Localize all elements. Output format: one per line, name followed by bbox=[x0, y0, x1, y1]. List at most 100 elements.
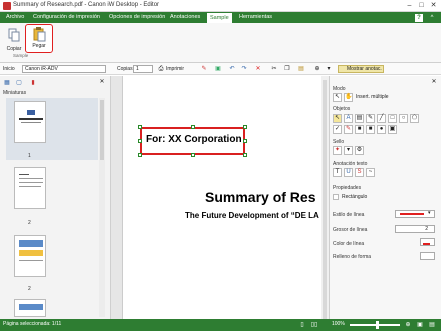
maximize-button[interactable]: □ bbox=[416, 1, 427, 11]
zoom-in-icon[interactable]: ⊕ bbox=[404, 321, 412, 329]
tab-herramientas[interactable]: Herramientas bbox=[236, 12, 275, 23]
page-number: 1 bbox=[28, 153, 31, 159]
text-tool-icon[interactable]: A bbox=[344, 114, 353, 123]
paste-toolbar-icon[interactable]: ▤ bbox=[297, 65, 305, 73]
resize-handle[interactable] bbox=[191, 153, 195, 157]
underline-tool-icon[interactable]: U bbox=[344, 168, 353, 177]
select-tool-icon[interactable]: ↖ bbox=[333, 93, 342, 102]
textbox-tool-icon[interactable]: ▤ bbox=[355, 114, 364, 123]
fit-width-icon[interactable]: ▤ bbox=[428, 321, 436, 329]
minimize-button[interactable]: – bbox=[404, 1, 415, 11]
ellipse-tool-icon[interactable]: ○ bbox=[399, 114, 408, 123]
hand-tool-icon[interactable]: ✋ bbox=[344, 93, 353, 102]
properties-section-label: Propiedades bbox=[333, 185, 362, 191]
paste-button[interactable]: Pegar bbox=[25, 24, 53, 53]
window-title: Summary of Research.pdf - Canon iW Deskt… bbox=[13, 2, 160, 8]
cut-icon[interactable]: ✂ bbox=[270, 65, 278, 73]
redo-icon[interactable]: ↷ bbox=[240, 65, 248, 73]
rectangle-tool-icon[interactable]: □ bbox=[388, 114, 397, 123]
fit-page-icon[interactable]: ▣ bbox=[416, 321, 424, 329]
printer-icon[interactable]: ⎙ bbox=[157, 65, 165, 73]
line-tool-icon[interactable]: ╱ bbox=[377, 114, 386, 123]
resize-handle[interactable] bbox=[243, 153, 247, 157]
resize-handle[interactable] bbox=[138, 125, 142, 129]
tab-sample[interactable]: Sample bbox=[206, 12, 233, 23]
resize-handle[interactable] bbox=[191, 125, 195, 129]
stamp-tool-icon[interactable]: ✦ bbox=[333, 146, 342, 155]
zoom-level: 100% bbox=[332, 321, 345, 327]
mode-section-label: Modo bbox=[333, 86, 346, 92]
line-style-label: Estilo de línea bbox=[333, 212, 365, 218]
line-style-select[interactable]: ▾ bbox=[395, 210, 435, 218]
ribbon: Copiar bbox=[0, 23, 441, 63]
close-pane-icon[interactable]: ✕ bbox=[98, 78, 106, 86]
printer-select[interactable]: Canon iR-ADV bbox=[22, 65, 106, 73]
resize-handle[interactable] bbox=[243, 139, 247, 143]
document-margin bbox=[111, 76, 122, 319]
copy-toolbar-icon[interactable]: ❐ bbox=[283, 65, 291, 73]
annotation-text: For: XX Corporation bbox=[146, 134, 242, 145]
single-page-view-icon[interactable]: ▯ bbox=[298, 321, 306, 329]
printer-label: Inicio bbox=[3, 66, 15, 72]
stamp-settings-icon[interactable]: ⚙ bbox=[355, 146, 364, 155]
app-icon bbox=[3, 2, 11, 10]
polygon-tool-icon[interactable]: ⬠ bbox=[410, 114, 419, 123]
page-thumbnail[interactable] bbox=[14, 299, 46, 317]
comment-icon[interactable]: ▢ bbox=[15, 79, 23, 87]
close-pane-icon[interactable]: ✕ bbox=[430, 78, 438, 86]
resize-handle[interactable] bbox=[243, 125, 247, 129]
print-button[interactable]: Imprimir bbox=[166, 66, 184, 72]
highlight-tool-icon[interactable]: T bbox=[333, 168, 342, 177]
tab-config-impresion[interactable]: Configuración de impresión bbox=[30, 12, 103, 23]
strikethrough-tool-icon[interactable]: S bbox=[355, 168, 364, 177]
two-page-view-icon[interactable]: ▯▯ bbox=[310, 321, 318, 329]
undo-icon[interactable]: ↶ bbox=[228, 65, 236, 73]
squiggly-tool-icon[interactable]: ~ bbox=[366, 168, 375, 177]
tab-archivo[interactable]: Archivo bbox=[3, 12, 27, 23]
thumbnail-scrollbar[interactable] bbox=[99, 98, 105, 317]
annotation-icon[interactable]: ✎ bbox=[200, 65, 208, 73]
page-thumbnail[interactable] bbox=[14, 235, 46, 277]
filled-rect2-tool-icon[interactable]: ■ bbox=[366, 125, 375, 134]
filled-ellipse-tool-icon[interactable]: ● bbox=[377, 125, 386, 134]
copies-input[interactable]: 1 bbox=[133, 65, 153, 73]
tab-opciones-impresion[interactable]: Opciones de impresión bbox=[106, 12, 168, 23]
bookmark-icon[interactable]: ▮ bbox=[29, 79, 37, 87]
tab-anotaciones[interactable]: Anotaciones bbox=[167, 12, 203, 23]
ribbon-collapse-icon[interactable]: ^ bbox=[428, 14, 436, 22]
rectangle-label: Rectángulo bbox=[342, 194, 368, 200]
zoom-icon[interactable]: ⊕ bbox=[313, 65, 321, 73]
fill-color-picker[interactable] bbox=[420, 252, 435, 260]
thumbnail-view-icon[interactable]: ▦ bbox=[3, 79, 11, 87]
insert-multiple-checkbox[interactable]: Insert. múltiple bbox=[356, 94, 389, 100]
arrow-tool-icon[interactable]: ✓ bbox=[333, 125, 342, 134]
pen-tool-icon[interactable]: ✎ bbox=[344, 125, 353, 134]
help-icon[interactable]: ? bbox=[415, 14, 423, 22]
page-thumbnail[interactable] bbox=[14, 101, 46, 143]
show-annotations-button[interactable]: Mostrar anotac. bbox=[338, 65, 384, 73]
line-color-picker[interactable] bbox=[420, 238, 435, 246]
copies-label: Copias bbox=[117, 66, 133, 72]
close-button[interactable]: ✕ bbox=[428, 1, 439, 11]
chevron-down-icon[interactable]: ▾ bbox=[344, 146, 353, 155]
fill-label: Relleno de forma bbox=[333, 254, 372, 260]
zoom-slider[interactable] bbox=[350, 324, 400, 326]
document-scrollbar[interactable] bbox=[321, 76, 329, 320]
ribbon-group-label: Sample bbox=[13, 53, 29, 58]
filled-rect-tool-icon[interactable]: ■ bbox=[355, 125, 364, 134]
resize-handle[interactable] bbox=[138, 139, 142, 143]
zoom-slider-handle[interactable] bbox=[376, 321, 379, 329]
copy-button[interactable]: Copiar bbox=[3, 26, 25, 52]
page-thumbnail[interactable] bbox=[14, 167, 46, 209]
chevron-down-icon[interactable]: ▾ bbox=[325, 65, 333, 73]
page-number: 2 bbox=[28, 220, 31, 226]
copy-label: Copiar bbox=[6, 46, 22, 52]
marker-tool-icon[interactable]: ✎ bbox=[366, 114, 375, 123]
pointer-tool-icon[interactable]: ↖ bbox=[333, 114, 342, 123]
image-tool-icon[interactable]: ▣ bbox=[388, 125, 397, 134]
paste-icon bbox=[33, 27, 46, 42]
save-icon[interactable]: ▣ bbox=[214, 65, 222, 73]
delete-icon[interactable]: ✕ bbox=[254, 65, 262, 73]
line-width-input[interactable]: 2 bbox=[395, 225, 435, 233]
resize-handle[interactable] bbox=[138, 153, 142, 157]
